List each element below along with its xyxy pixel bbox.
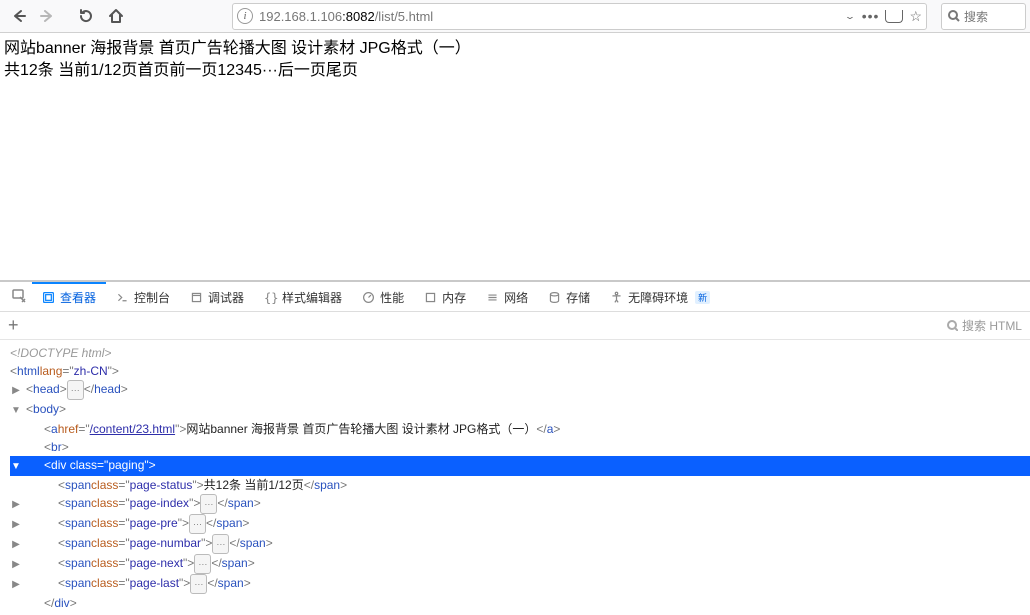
markup-view[interactable]: <!DOCTYPE html> <html lang="zh-CN"> ▶<he… — [0, 340, 1030, 614]
tab-performance[interactable]: 性能 — [352, 282, 414, 311]
twisty-icon[interactable]: ▶ — [10, 496, 22, 514]
twisty-icon[interactable]: ▶ — [10, 382, 22, 400]
search-icon — [947, 320, 958, 331]
search-icon — [948, 10, 960, 22]
markup-node[interactable]: ▶<span class="page-pre">⋯</span> — [10, 514, 1030, 534]
forward-button[interactable] — [34, 2, 62, 30]
url-bar[interactable]: i 192.168.1.106:8082/list/5.html ⌄ ••• ☆ — [232, 3, 927, 30]
tab-inspector[interactable]: 查看器 — [32, 282, 106, 311]
a11y-icon — [610, 291, 623, 304]
search-placeholder: 搜索 — [964, 8, 988, 25]
tab-style-editor[interactable]: {} 样式编辑器 — [254, 282, 352, 311]
tab-debugger[interactable]: 调试器 — [180, 282, 254, 311]
devtools-secondary-bar: + 搜索 HTML — [0, 312, 1030, 340]
storage-icon — [548, 291, 561, 304]
page-actions: ⌄ ••• ☆ — [844, 9, 922, 23]
page-content: 网站banner 海报背景 首页广告轮播大图 设计素材 JPG格式（一） 共12… — [0, 33, 1030, 280]
gauge-icon — [362, 291, 375, 304]
page-line-2: 共12条 当前1/12页首页前一页12345···后一页尾页 — [4, 60, 1026, 82]
arrow-left-icon — [10, 8, 26, 24]
twisty-icon[interactable]: ▶ — [10, 576, 22, 594]
selected-node[interactable]: ▼<div class="paging"> — [10, 456, 1030, 476]
site-identity-icon[interactable]: i — [237, 8, 253, 24]
url-text: 192.168.1.106:8082/list/5.html — [259, 9, 838, 24]
picker-icon — [12, 289, 27, 304]
debugger-icon — [190, 291, 203, 304]
more-icon[interactable]: ••• — [862, 9, 880, 23]
twisty-icon[interactable]: ▶ — [10, 556, 22, 574]
element-picker-button[interactable] — [6, 282, 32, 311]
markup-node[interactable]: ▶<span class="page-index">⋯</span> — [10, 494, 1030, 514]
devtools-tabs: 查看器 控制台 调试器 {} 样式编辑器 性能 内存 网络 存储 — [0, 282, 1030, 312]
browser-toolbar: i 192.168.1.106:8082/list/5.html ⌄ ••• ☆… — [0, 0, 1030, 33]
twisty-icon[interactable]: ▶ — [10, 536, 22, 554]
twisty-icon[interactable]: ▶ — [10, 516, 22, 534]
arrow-right-icon — [40, 8, 56, 24]
add-button[interactable]: + — [8, 315, 19, 336]
braces-icon: {} — [264, 291, 277, 304]
memory-icon — [424, 291, 437, 304]
network-icon — [486, 291, 499, 304]
page-line-1[interactable]: 网站banner 海报背景 首页广告轮播大图 设计素材 JPG格式（一） — [4, 38, 1026, 60]
home-button[interactable] — [102, 2, 130, 30]
markup-node[interactable]: <span class="page-status">共12条 当前1/12页</… — [10, 476, 1030, 494]
twisty-icon[interactable]: ▼ — [10, 402, 22, 420]
reload-button[interactable] — [72, 2, 100, 30]
pocket-icon[interactable] — [885, 10, 903, 23]
home-icon — [108, 8, 124, 24]
bookmark-icon[interactable]: ☆ — [909, 9, 922, 23]
new-badge: 新 — [695, 291, 710, 304]
tab-console[interactable]: 控制台 — [106, 282, 180, 311]
markup-node[interactable]: ▶<span class="page-last">⋯</span> — [10, 574, 1030, 594]
devtools-panel: 查看器 控制台 调试器 {} 样式编辑器 性能 内存 网络 存储 — [0, 280, 1030, 614]
markup-node[interactable]: ▶<span class="page-numbar">⋯</span> — [10, 534, 1030, 554]
tab-storage[interactable]: 存储 — [538, 282, 600, 311]
inspector-icon — [42, 291, 55, 304]
tab-accessibility[interactable]: 无障碍环境 新 — [600, 282, 720, 311]
twisty-icon[interactable]: ▼ — [10, 458, 22, 476]
devtools-search[interactable]: 搜索 HTML — [947, 317, 1022, 334]
chevron-down-icon[interactable]: ⌄ — [844, 12, 856, 20]
markup-node[interactable]: ▶<span class="page-next">⋯</span> — [10, 554, 1030, 574]
search-box[interactable]: 搜索 — [941, 3, 1026, 30]
console-icon — [116, 291, 129, 304]
back-button[interactable] — [4, 2, 32, 30]
tab-network[interactable]: 网络 — [476, 282, 538, 311]
tab-memory[interactable]: 内存 — [414, 282, 476, 311]
reload-icon — [78, 8, 94, 24]
